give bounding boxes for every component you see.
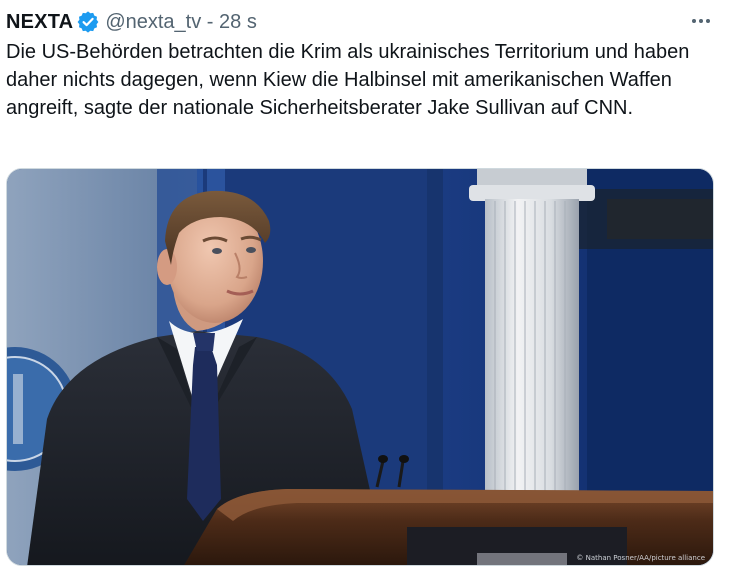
- tweet-photo[interactable]: © Nathan Posner/AA/picture alliance: [6, 168, 714, 566]
- tweet-text: Die US-Behörden betrachten die Krim als …: [6, 41, 690, 119]
- tweet-timestamp[interactable]: 28 s: [219, 11, 257, 33]
- author-handle[interactable]: @nexta_tv: [105, 11, 201, 33]
- photo-illustration: [7, 169, 713, 565]
- meta-separator: -: [206, 11, 214, 33]
- more-horizontal-icon[interactable]: [690, 10, 712, 32]
- tweet-header: NEXTA @nexta_tv - 28 s: [6, 8, 257, 36]
- photo-credit: © Nathan Posner/AA/picture alliance: [576, 554, 705, 562]
- author-handle-and-time: @nexta_tv - 28 s: [105, 8, 257, 36]
- tweet[interactable]: NEXTA @nexta_tv - 28 s Die US-Behörden b…: [0, 0, 730, 575]
- verified-badge-icon[interactable]: [77, 11, 99, 33]
- author-display-name[interactable]: NEXTA: [6, 8, 73, 36]
